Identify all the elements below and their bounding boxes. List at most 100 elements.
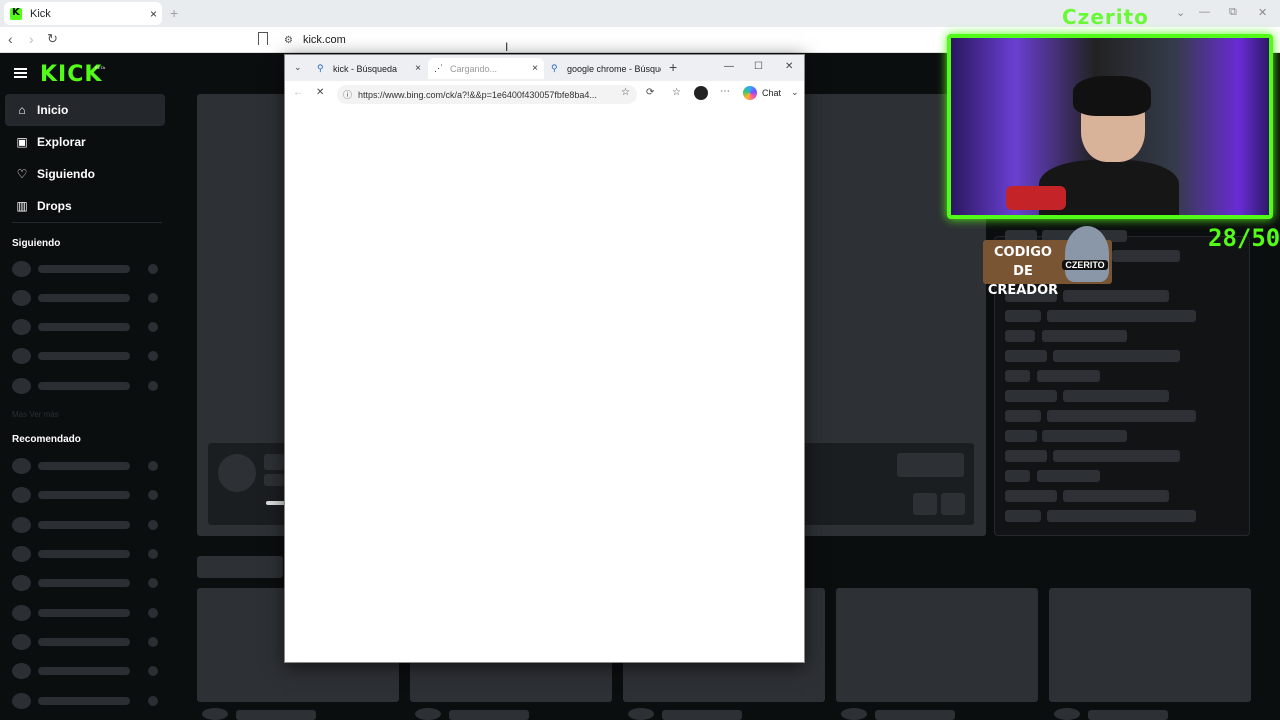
list-item[interactable] [12, 634, 162, 650]
forward-arrow-icon[interactable]: › [29, 31, 34, 47]
text-skeleton [264, 474, 286, 486]
creator-code-line: CODIGO [994, 245, 1052, 260]
chrome-new-tab-button[interactable]: + [170, 5, 178, 21]
section-title-skeleton [197, 556, 283, 578]
list-item[interactable] [12, 487, 162, 503]
chat-line-skeleton [1005, 350, 1047, 362]
edge-tab-title: Cargando... [450, 63, 498, 74]
progress-skeleton [266, 501, 286, 505]
chat-line-skeleton [1037, 470, 1100, 482]
back-arrow-icon[interactable]: ← [293, 87, 303, 98]
sidebar-item-drops[interactable]: ▥ Drops [5, 190, 165, 222]
chrome-maximize-button[interactable]: ⧉ [1229, 6, 1237, 19]
list-item[interactable] [12, 663, 162, 679]
stop-loading-icon[interactable]: ✕ [316, 87, 324, 98]
chat-line-skeleton [1005, 490, 1057, 502]
sidebar-item-label: Explorar [37, 135, 86, 149]
chat-line-skeleton [1063, 490, 1169, 502]
site-info-icon[interactable]: ⓘ [343, 88, 352, 101]
edge-minimize-button[interactable]: — [724, 61, 734, 72]
creator-tag: CZERITO [1062, 260, 1108, 270]
edge-maximize-button[interactable]: ☐ [754, 61, 763, 72]
bookmark-icon[interactable] [258, 32, 268, 45]
reload-icon[interactable]: ↻ [47, 31, 58, 47]
heart-icon: ♡ [16, 167, 28, 181]
omnibox[interactable]: ⚙ kick.com [280, 30, 980, 50]
edge-popup-window[interactable]: ⌄ ⚲ kick - Búsqueda × ⋰ Cargando... × ⚲ … [284, 54, 805, 663]
microphone [1006, 186, 1066, 210]
tab-actions-chevron-icon[interactable]: ⌄ [294, 62, 302, 73]
edge-new-tab-button[interactable]: + [669, 59, 677, 75]
list-item[interactable] [12, 605, 162, 621]
list-item[interactable] [12, 319, 162, 335]
list-item[interactable] [12, 546, 162, 562]
list-item[interactable] [12, 261, 162, 277]
chat-line-skeleton [1112, 250, 1180, 262]
list-item[interactable] [12, 575, 162, 591]
sidebar-item-inicio[interactable]: ⌂ Inicio [5, 94, 165, 126]
copilot-chat-button[interactable]: Chat [743, 86, 781, 100]
stream-card-skeleton[interactable] [1049, 588, 1251, 702]
text-cursor-icon: I [505, 40, 509, 54]
hamburger-menu-icon[interactable] [14, 68, 27, 78]
list-item[interactable] [12, 458, 162, 474]
sidebar-item-label: Siguiendo [37, 167, 95, 181]
edge-toolbar: ← ✕ ⓘ https://www.bing.com/ck/a?!&&p=1e6… [285, 81, 804, 107]
stream-card-skeleton[interactable] [836, 588, 1038, 702]
favorites-icon[interactable]: ☆ [672, 87, 681, 98]
text-skeleton [264, 454, 286, 470]
chat-line-skeleton [1053, 450, 1180, 462]
text-skeleton [449, 710, 529, 720]
kick-logo[interactable]: KICK [40, 62, 102, 87]
edge-tab-kick-search[interactable]: ⚲ kick - Búsqueda × [311, 58, 427, 79]
sidebar-divider [12, 222, 162, 223]
sidebar-item-siguiendo[interactable]: ♡ Siguiendo [5, 158, 165, 190]
creator-code-line: DE CREADOR [987, 264, 1059, 298]
avatar-skeleton [202, 708, 228, 720]
text-skeleton [1088, 710, 1168, 720]
chat-line-skeleton [1063, 390, 1169, 402]
loading-icon: ⋰ [434, 63, 443, 73]
site-info-icon[interactable]: ⚙ [284, 35, 293, 46]
sidebar-item-label: Inicio [37, 103, 69, 117]
edge-url: https://www.bing.com/ck/a?!&&p=1e6400f43… [358, 89, 597, 100]
chrome-minimize-button[interactable]: — [1199, 6, 1210, 18]
back-arrow-icon[interactable]: ‹ [8, 31, 13, 47]
list-item[interactable] [12, 693, 162, 709]
edge-tab-close-icon[interactable]: × [532, 63, 538, 74]
edge-tab-close-icon[interactable]: × [415, 63, 421, 74]
more-options-icon[interactable]: ⋯ [720, 86, 730, 97]
list-item[interactable] [12, 378, 162, 394]
sidebar-item-explorar[interactable]: ▣ Explorar [5, 126, 165, 158]
edge-address-bar[interactable]: ⓘ https://www.bing.com/ck/a?!&&p=1e6400f… [337, 85, 637, 104]
chrome-close-button[interactable]: ✕ [1258, 6, 1267, 19]
more-label: Más Ver más [12, 410, 59, 419]
text-skeleton [662, 710, 742, 720]
chat-chevron-icon[interactable]: ⌄ [791, 87, 799, 98]
avatar-skeleton [415, 708, 441, 720]
list-item[interactable] [12, 517, 162, 533]
kick-sidebar: ⌂ Inicio ▣ Explorar ♡ Siguiendo ▥ Drops … [0, 94, 172, 720]
chrome-tab-search-icon[interactable]: ⌄ [1176, 6, 1185, 19]
edge-close-button[interactable]: ✕ [785, 61, 793, 72]
refresh-extension-icon[interactable]: ⟳ [646, 87, 654, 98]
avatar-skeleton [628, 708, 654, 720]
profile-avatar[interactable] [694, 86, 708, 100]
list-item[interactable] [12, 348, 162, 364]
chat-line-skeleton [1005, 430, 1037, 442]
goal-counter: 28/50 [1208, 224, 1280, 252]
list-item[interactable] [12, 290, 162, 306]
chat-line-skeleton [1053, 350, 1180, 362]
webcam-overlay [947, 34, 1273, 219]
home-icon: ⌂ [18, 103, 26, 117]
edge-tab-loading[interactable]: ⋰ Cargando... × [428, 58, 544, 79]
chat-line-skeleton [1005, 310, 1041, 322]
chrome-tab-kick[interactable]: Kick × [4, 2, 162, 25]
chrome-tab-title: Kick [30, 7, 51, 20]
streamer-name: Czerito [1062, 5, 1149, 29]
avatar-skeleton [841, 708, 867, 720]
favorite-star-icon[interactable]: ☆ [621, 87, 630, 98]
text-skeleton [875, 710, 955, 720]
edge-tab-chrome-search[interactable]: ⚲ google chrome - Búsqueda [545, 58, 661, 79]
chrome-tab-close-icon[interactable]: × [150, 7, 157, 21]
